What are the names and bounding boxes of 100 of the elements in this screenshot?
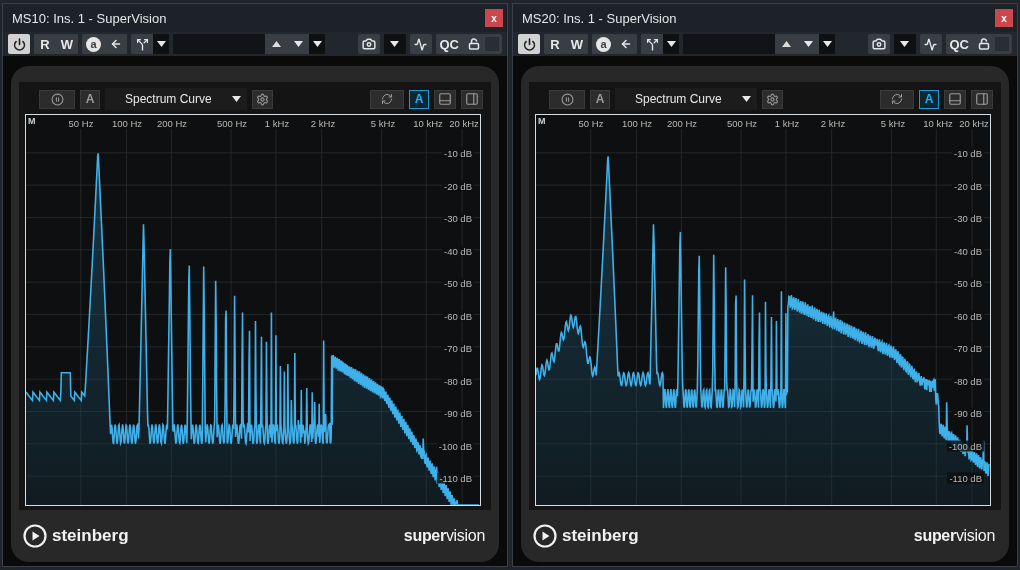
frequency-label: 500 Hz (216, 118, 248, 129)
auto-button[interactable]: A (590, 89, 610, 109)
brand-logo-text: steinberg (562, 526, 639, 546)
settings-button[interactable] (252, 89, 273, 109)
refresh-icon (381, 93, 393, 105)
frequency-label: 2 kHz (820, 118, 846, 129)
camera-icon (871, 37, 886, 51)
preset-menu-button[interactable] (819, 34, 835, 54)
close-button[interactable]: x (485, 9, 503, 27)
frequency-label: 20 kHz (449, 118, 479, 129)
caret-icon (900, 41, 909, 47)
settings-icon (766, 92, 779, 106)
caret-icon (232, 96, 241, 102)
dropdown-button[interactable] (153, 34, 169, 54)
preset-menu-button[interactable] (309, 34, 325, 54)
panel-right-icon (975, 92, 989, 106)
waveform-button[interactable] (919, 34, 942, 54)
level-label: -50 dB (952, 277, 984, 289)
refresh-button[interactable] (880, 89, 914, 109)
unlock-icon (978, 38, 990, 50)
level-label: -50 dB (442, 277, 474, 289)
frequency-label: 100 Hz (111, 118, 143, 129)
dropdown-button[interactable] (893, 34, 916, 54)
frequency-label: 500 Hz (726, 118, 758, 129)
level-label: -40 dB (442, 245, 474, 256)
down-arrow-icon (803, 41, 813, 47)
power-button[interactable] (8, 34, 30, 54)
layout-right-button[interactable] (461, 89, 483, 109)
arrow-left-icon (110, 38, 122, 50)
up-arrow-icon (271, 41, 281, 47)
channel-label: M (28, 116, 36, 126)
layout-right-button[interactable] (971, 89, 993, 109)
level-label: -30 dB (952, 212, 984, 224)
waveform-button[interactable] (409, 34, 432, 54)
auto-button[interactable]: A (80, 89, 100, 109)
layout-bottom-button[interactable] (944, 89, 966, 109)
frequency-label: 50 Hz (578, 118, 604, 129)
level-label: -60 dB (442, 310, 474, 321)
panel-bottom-icon (438, 92, 452, 106)
mode-dropdown[interactable]: Spectrum Curve (105, 88, 247, 110)
level-label: -20 dB (442, 180, 474, 191)
frequency-label: 50 Hz (68, 118, 94, 129)
channel-label: M (538, 116, 546, 126)
snapshot-button[interactable] (867, 34, 890, 54)
window-title: MS10: Ins. 1 - SuperVision (12, 10, 167, 26)
pause-button[interactable] (549, 89, 585, 109)
settings-button[interactable] (762, 89, 783, 109)
level-label: -40 dB (952, 245, 984, 256)
preset-field[interactable] (173, 34, 265, 54)
level-label: -10 dB (952, 147, 984, 159)
layout-bottom-button[interactable] (434, 89, 456, 109)
level-label: -70 dB (952, 342, 984, 354)
frequency-label: 200 Hz (156, 118, 188, 129)
level-label: -100 dB (946, 440, 984, 451)
caret-icon (822, 41, 832, 47)
dropdown-button[interactable] (663, 34, 679, 54)
auto-button[interactable]: A (409, 89, 429, 109)
level-label: -70 dB (442, 342, 474, 354)
power-icon (522, 37, 536, 51)
product-logo-text: supervision (913, 527, 995, 545)
brand-logo-text: steinberg (52, 526, 129, 546)
split-icon (135, 37, 149, 51)
frequency-label: 200 Hz (666, 118, 698, 129)
power-icon (12, 37, 26, 51)
caret-icon (312, 41, 322, 47)
caret-icon (390, 41, 399, 47)
frequency-label: 10 kHz (413, 118, 443, 129)
window-title: MS20: Ins. 1 - SuperVision (522, 10, 677, 26)
down-arrow-icon (293, 41, 303, 47)
level-label: -110 dB (437, 472, 474, 484)
camera-icon (361, 37, 376, 51)
frequency-label: 10 kHz (923, 118, 953, 129)
preset-field[interactable] (683, 34, 775, 54)
settings-icon (256, 92, 269, 106)
panel-bottom-icon (948, 92, 962, 106)
waveform-icon (924, 37, 937, 51)
dropdown-button[interactable] (383, 34, 406, 54)
refresh-button[interactable] (370, 89, 404, 109)
frequency-label: 100 Hz (621, 118, 653, 129)
up-arrow-icon (781, 41, 791, 47)
level-label: -110 dB (947, 472, 984, 484)
level-label: -90 dB (442, 407, 474, 419)
snapshot-button[interactable] (357, 34, 380, 54)
frequency-label: 5 kHz (370, 118, 396, 129)
auto-button[interactable]: A (919, 89, 939, 109)
caret-icon (742, 96, 751, 102)
caret-icon (666, 41, 676, 47)
close-button[interactable]: x (995, 9, 1013, 27)
frequency-label: 20 kHz (959, 118, 989, 129)
mode-dropdown[interactable]: Spectrum Curve (615, 88, 757, 110)
panel-right-icon (465, 92, 479, 106)
unlock-icon (468, 38, 480, 50)
level-label: -80 dB (442, 375, 474, 386)
split-icon (645, 37, 659, 51)
level-label: -10 dB (442, 147, 474, 159)
pause-button[interactable] (39, 89, 75, 109)
level-label: -60 dB (952, 310, 984, 321)
power-button[interactable] (518, 34, 540, 54)
frequency-label: 5 kHz (880, 118, 906, 129)
refresh-icon (891, 93, 903, 105)
